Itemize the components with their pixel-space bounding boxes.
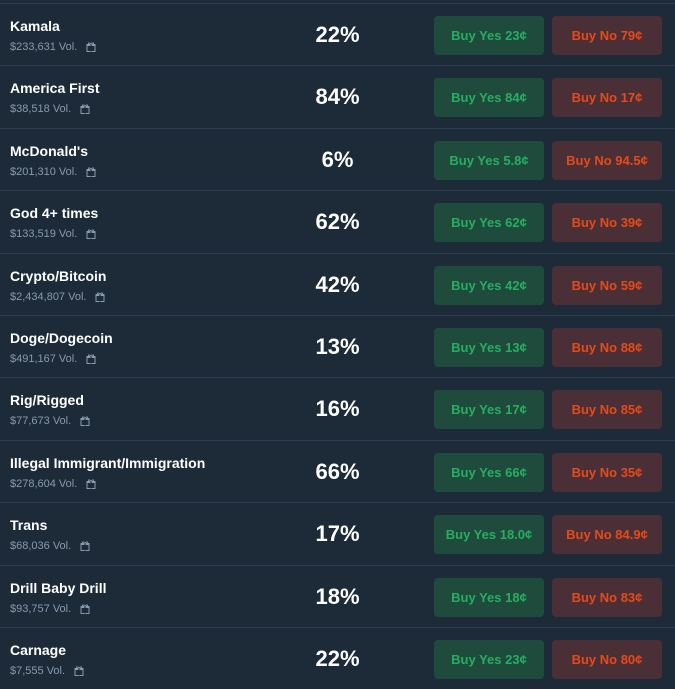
market-volume-row: $491,167 Vol. — [10, 353, 96, 365]
market-name[interactable]: Carnage — [10, 642, 66, 658]
market-percent: 22% — [315, 646, 360, 671]
buy-no-button[interactable]: Buy No 85¢ — [552, 390, 662, 430]
market-volume: $93,757 Vol. — [10, 602, 72, 615]
market-row[interactable]: God 4+ times $133,519 Vol. 62% Buy Yes 62¢ B… — [0, 190, 675, 252]
market-volume-row: $7,555 Vol. — [10, 665, 84, 677]
buy-yes-button[interactable]: Buy Yes 5.8¢ — [434, 140, 544, 180]
market-percent: 62% — [315, 209, 360, 235]
gift-icon[interactable] — [80, 604, 90, 614]
market-volume: $68,036 Vol. — [10, 540, 72, 553]
market-volume: $278,604 Vol. — [10, 477, 78, 490]
market-name[interactable]: Drill Baby Drill — [10, 580, 106, 596]
gift-icon[interactable] — [86, 354, 96, 364]
market-volume-row: $133,519 Vol. — [10, 228, 96, 240]
buy-yes-button[interactable]: Buy Yes 23¢ — [434, 640, 544, 679]
buy-no-button[interactable]: Buy No 83¢ — [552, 577, 662, 617]
market-volume: $7,555 Vol. — [10, 665, 66, 677]
market-row[interactable]: Drill Baby Drill $93,757 Vol. 18% Buy Yes 1… — [0, 564, 675, 627]
market-volume-row: $201,310 Vol. — [10, 166, 96, 178]
market-name[interactable]: God 4+ times — [10, 205, 98, 221]
buy-yes-button[interactable]: Buy Yes 66¢ — [434, 452, 544, 492]
market-row[interactable]: Crypto/Bitcoin $2,434,807 Vol. 42% Buy Yes … — [0, 252, 675, 315]
buy-yes-button[interactable]: Buy Yes 17¢ — [434, 390, 544, 430]
market-volume-row: $2,434,807 Vol. — [10, 291, 105, 303]
market-volume-row: $68,036 Vol. — [10, 540, 90, 552]
buy-yes-button[interactable]: Buy Yes 18¢ — [434, 577, 544, 617]
buy-no-button[interactable]: Buy No 35¢ — [552, 452, 662, 492]
gift-icon[interactable] — [80, 104, 90, 115]
market-row[interactable]: Illegal Immigrant/Immigration $278,604 Vo… — [0, 439, 675, 502]
market-name[interactable]: Illegal Immigrant/Immigration — [10, 455, 205, 471]
market-volume-row: $77,673 Vol. — [10, 415, 90, 427]
market-percent: 16% — [315, 396, 360, 422]
buy-no-button[interactable]: Buy No 17¢ — [552, 78, 662, 118]
market-percent: 42% — [315, 271, 360, 297]
market-row[interactable]: McDonald's $201,310 Vol. 6% Buy Yes 5.8¢ Buy… — [0, 127, 675, 190]
buy-no-button[interactable]: Buy No 59¢ — [552, 265, 662, 305]
market-percent: 13% — [315, 334, 360, 359]
buy-yes-button[interactable]: Buy Yes 42¢ — [434, 265, 544, 305]
market-percent: 17% — [315, 521, 360, 547]
market-volume: $2,434,807 Vol. — [10, 290, 87, 303]
market-volume: $233,631 Vol. — [10, 41, 78, 53]
market-volume-row: $93,757 Vol. — [10, 603, 90, 615]
gift-icon[interactable] — [80, 541, 90, 552]
market-name[interactable]: McDonald's — [10, 143, 88, 159]
buy-no-button[interactable]: Buy No 39¢ — [552, 203, 662, 243]
market-volume: $201,310 Vol. — [10, 165, 78, 178]
market-percent: 18% — [315, 583, 360, 609]
market-name[interactable]: Crypto/Bitcoin — [10, 268, 106, 284]
buy-yes-button[interactable]: Buy Yes 18.0¢ — [434, 515, 544, 555]
buy-no-button[interactable]: Buy No 94.5¢ — [552, 140, 662, 180]
market-percent: 66% — [315, 458, 360, 484]
market-name[interactable]: Rig/Rigged — [10, 392, 84, 408]
buy-no-button[interactable]: Buy No 84.9¢ — [552, 515, 662, 555]
market-row[interactable]: Rig/Rigged $77,673 Vol. 16% Buy Yes 17¢ Buy … — [0, 377, 675, 439]
market-volume: $77,673 Vol. — [10, 415, 72, 428]
market-percent: 6% — [321, 146, 354, 172]
market-name[interactable]: Doge/Dogecoin — [10, 330, 113, 346]
market-name[interactable]: Kamala — [10, 18, 60, 34]
gift-icon[interactable] — [86, 229, 96, 240]
market-outcome-list: Kamala $233,631 Vol. 22% Buy Yes 23¢ Buy No … — [0, 0, 675, 686]
gift-icon[interactable] — [95, 292, 105, 302]
market-volume-row: $278,604 Vol. — [10, 478, 96, 490]
market-row[interactable]: Trans $68,036 Vol. 17% Buy Yes 18.0¢ Buy No … — [0, 502, 675, 564]
market-name[interactable]: America First — [10, 80, 99, 96]
market-row[interactable]: America First $38,518 Vol. 84% Buy Yes 84¢ B… — [0, 65, 675, 127]
gift-icon[interactable] — [86, 479, 96, 489]
buy-no-button[interactable]: Buy No 88¢ — [552, 328, 662, 367]
gift-icon[interactable] — [86, 167, 96, 177]
buy-yes-button[interactable]: Buy Yes 62¢ — [434, 203, 544, 243]
gift-icon[interactable] — [86, 42, 96, 52]
gift-icon[interactable] — [74, 666, 84, 676]
gift-icon[interactable] — [80, 416, 90, 427]
market-volume: $133,519 Vol. — [10, 228, 78, 241]
buy-no-button[interactable]: Buy No 79¢ — [552, 16, 662, 55]
buy-no-button[interactable]: Buy No 80¢ — [552, 640, 662, 679]
market-row[interactable]: Carnage $7,555 Vol. 22% Buy Yes 23¢ Buy No 8… — [0, 627, 675, 689]
market-volume: $491,167 Vol. — [10, 353, 78, 365]
market-percent: 84% — [315, 84, 360, 110]
buy-yes-button[interactable]: Buy Yes 13¢ — [434, 328, 544, 367]
buy-yes-button[interactable]: Buy Yes 23¢ — [434, 16, 544, 55]
market-volume-row: $38,518 Vol. — [10, 103, 90, 115]
market-row[interactable]: Doge/Dogecoin $491,167 Vol. 13% Buy Yes 13¢… — [0, 315, 675, 377]
market-row[interactable]: Kamala $233,631 Vol. 22% Buy Yes 23¢ Buy No … — [0, 3, 675, 65]
market-volume-row: $233,631 Vol. — [10, 41, 96, 53]
market-percent: 22% — [315, 22, 360, 47]
buy-yes-button[interactable]: Buy Yes 84¢ — [434, 78, 544, 118]
market-volume: $38,518 Vol. — [10, 103, 72, 116]
market-name[interactable]: Trans — [10, 517, 47, 533]
